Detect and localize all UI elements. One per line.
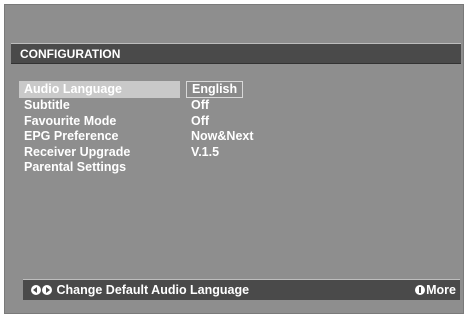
menu-item-label: Subtitle xyxy=(24,98,70,112)
more-button[interactable]: More xyxy=(415,280,456,300)
tv-screen: CONFIGURATION Audio Language English Sub… xyxy=(4,4,464,314)
menu-item-value: Off xyxy=(191,113,210,128)
menu-item-receiver-upgrade[interactable]: Receiver Upgrade V.1.5 xyxy=(19,145,459,161)
info-icon xyxy=(415,285,426,295)
page-title: CONFIGURATION xyxy=(11,43,461,64)
menu-item-value: V.1.5 xyxy=(191,144,220,159)
menu-item-label: EPG Preference xyxy=(24,129,119,143)
menu-item-value: Off xyxy=(191,98,210,112)
menu-item-audio-language[interactable]: Audio Language English xyxy=(19,81,459,98)
more-label: More xyxy=(426,283,456,297)
menu-item-label: Audio Language xyxy=(19,81,180,98)
menu-item-value[interactable]: English xyxy=(186,81,244,98)
menu-item-parental-settings[interactable]: Parental Settings xyxy=(19,160,459,176)
menu-item-epg-preference[interactable]: EPG Preference Now&Next xyxy=(19,129,459,145)
config-menu: Audio Language English Subtitle Off Favo… xyxy=(19,81,459,176)
menu-item-value: Now&Next xyxy=(191,129,254,143)
menu-item-subtitle[interactable]: Subtitle Off xyxy=(19,98,459,114)
menu-item-label: Favourite Mode xyxy=(24,113,117,128)
help-hint-text: Change Default Audio Language xyxy=(56,283,250,297)
arrow-left-icon xyxy=(31,285,41,295)
menu-item-label: Parental Settings xyxy=(24,160,127,174)
help-bar: Change Default Audio Language More xyxy=(23,279,460,300)
menu-item-label: Receiver Upgrade xyxy=(24,144,131,159)
menu-item-favourite-mode[interactable]: Favourite Mode Off xyxy=(19,114,459,130)
help-hint: Change Default Audio Language xyxy=(31,280,249,300)
arrow-right-icon xyxy=(42,285,52,295)
